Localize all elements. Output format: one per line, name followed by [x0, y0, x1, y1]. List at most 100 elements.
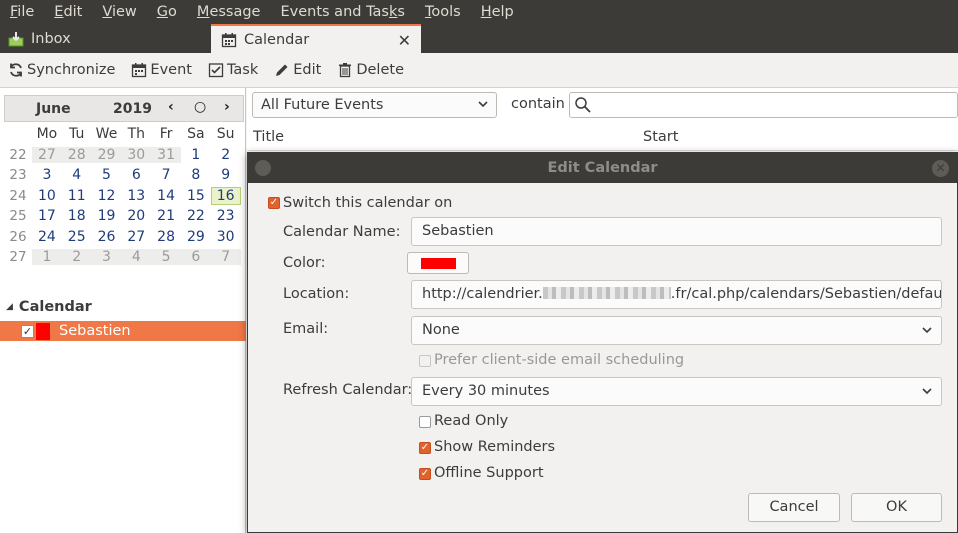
minimonth-day[interactable]: 29	[91, 146, 122, 163]
tab-calendar[interactable]: Calendar ✕	[211, 24, 421, 53]
left-pane: June 2019 ‹ ○ › Mo Tu We Th Fr Sa Su 22 2…	[0, 88, 246, 533]
minimonth-day[interactable]: 6	[121, 167, 151, 183]
window-menu-icon[interactable]	[255, 160, 271, 176]
minimonth-day[interactable]: 2	[211, 147, 241, 163]
minimonth-day[interactable]: 10	[32, 188, 62, 204]
minimonth-day[interactable]: 30	[121, 146, 152, 163]
minimonth-day[interactable]: 27	[121, 229, 151, 245]
delete-button[interactable]: Delete	[329, 55, 412, 85]
menu-go[interactable]: Go	[147, 0, 187, 24]
dialog-titlebar[interactable]: Edit Calendar ✕	[248, 153, 957, 183]
synchronize-button[interactable]: Synchronize	[0, 55, 123, 85]
minimonth-day[interactable]: 1	[32, 249, 62, 266]
minimonth-day[interactable]: 9	[211, 167, 241, 183]
ok-button[interactable]: OK	[851, 493, 942, 522]
event-filter-select[interactable]: All Future Events	[252, 92, 497, 118]
minimonth-day[interactable]: 30	[211, 229, 241, 245]
edit-button[interactable]: Edit	[266, 55, 329, 85]
calendar-list-heading[interactable]: ◢ Calendar	[6, 299, 92, 315]
column-start[interactable]: Start	[643, 129, 678, 145]
minimonth-day[interactable]: 20	[121, 208, 151, 224]
minimonth-day[interactable]: 7	[151, 167, 181, 183]
tab-inbox[interactable]: Inbox	[0, 24, 210, 53]
minimonth-year[interactable]: 2019	[113, 101, 152, 117]
read-only-checkbox[interactable]	[419, 416, 431, 428]
week-number: 27	[9, 249, 27, 266]
switch-calendar-on-checkbox[interactable]: ✓	[268, 197, 280, 209]
minimonth-day[interactable]: 8	[181, 167, 211, 183]
minimonth-month[interactable]: June	[36, 101, 71, 117]
minimonth-day[interactable]: 22	[181, 208, 211, 224]
minimonth-day[interactable]: 4	[121, 249, 152, 266]
switch-calendar-on-label[interactable]: Switch this calendar on	[283, 195, 452, 211]
read-only-label[interactable]: Read Only	[434, 413, 508, 429]
tabbar: Inbox Calendar ✕	[0, 24, 958, 53]
minimonth-today-button[interactable]: ○	[194, 99, 206, 115]
minimonth-day[interactable]: 24	[32, 229, 62, 245]
minimonth-week-row: 22 27 28 29 30 31 1 2	[4, 145, 241, 166]
chevron-down-icon	[477, 93, 489, 125]
calendar-name-field[interactable]: Sebastien	[411, 217, 942, 246]
minimonth-day[interactable]: 26	[92, 229, 122, 245]
sync-icon	[8, 62, 24, 78]
cancel-button[interactable]: Cancel	[748, 493, 840, 522]
minimonth-day[interactable]: 5	[151, 249, 181, 266]
refresh-calendar-select[interactable]: Every 30 minutes	[411, 377, 942, 406]
menu-help[interactable]: Help	[471, 0, 524, 24]
email-select[interactable]: None	[411, 316, 942, 345]
minimonth-day[interactable]: 15	[181, 188, 211, 204]
location-field[interactable]: http://calendrier. .fr/cal.php/calendars/…	[411, 280, 942, 309]
minimonth-day[interactable]: 18	[62, 208, 92, 224]
minimonth-day[interactable]: 28	[61, 146, 92, 163]
minimonth-prev-button[interactable]: ‹	[168, 99, 174, 115]
minimonth-day[interactable]: 4	[62, 167, 92, 183]
minimonth-day[interactable]: 13	[121, 188, 151, 204]
minimonth-day[interactable]: 25	[62, 229, 92, 245]
minimonth-day[interactable]: 1	[181, 147, 211, 163]
close-icon[interactable]: ✕	[932, 160, 949, 177]
menu-edit[interactable]: Edit	[44, 0, 92, 24]
minimonth-day[interactable]: 2	[61, 249, 92, 266]
offline-support-label[interactable]: Offline Support	[434, 465, 544, 481]
email-label: Email:	[283, 321, 329, 337]
show-reminders-checkbox[interactable]: ✓	[419, 442, 431, 454]
menu-message[interactable]: Message	[187, 0, 271, 24]
minimonth-day[interactable]: 16	[210, 186, 241, 205]
prefer-client-side-checkbox[interactable]	[419, 355, 431, 367]
column-title[interactable]: Title	[253, 129, 284, 145]
menu-events-and-tasks[interactable]: Events and Tasks	[270, 0, 414, 24]
minimonth-day[interactable]: 27	[32, 146, 62, 163]
minimonth-day[interactable]: 14	[151, 188, 181, 204]
minimonth-day[interactable]: 28	[151, 229, 181, 245]
close-icon[interactable]: ✕	[398, 31, 411, 50]
minimonth-day[interactable]: 12	[92, 188, 122, 204]
offline-support-checkbox[interactable]: ✓	[419, 468, 431, 480]
minimonth-day[interactable]: 7	[210, 249, 241, 266]
minimonth-day[interactable]: 11	[62, 188, 92, 204]
minimonth-day[interactable]: 5	[92, 167, 122, 183]
minimonth-day[interactable]: 23	[211, 208, 241, 224]
delete-label: Delete	[356, 62, 404, 78]
show-reminders-label[interactable]: Show Reminders	[434, 439, 555, 455]
dayname: We	[95, 126, 118, 143]
color-picker-button[interactable]	[407, 252, 469, 274]
menu-tools[interactable]: Tools	[415, 0, 471, 24]
minimonth-day[interactable]: 3	[91, 249, 122, 266]
minimonth-day[interactable]: 3	[32, 167, 62, 183]
search-input[interactable]	[569, 92, 958, 118]
minimonth-next-button[interactable]: ›	[224, 99, 230, 115]
collapse-triangle-icon[interactable]: ◢	[6, 302, 13, 312]
minimonth-day[interactable]: 21	[151, 208, 181, 224]
minimonth-day[interactable]: 31	[151, 146, 181, 163]
new-task-button[interactable]: Task	[200, 55, 266, 85]
calendar-item-sebastien[interactable]: ✓ Sebastien	[0, 321, 246, 341]
new-event-button[interactable]: Event	[123, 55, 200, 85]
calendar-enabled-checkbox[interactable]: ✓	[21, 324, 34, 338]
minimonth-day[interactable]: 19	[92, 208, 122, 224]
menu-view[interactable]: View	[92, 0, 146, 24]
minimonth-day[interactable]: 29	[181, 229, 211, 245]
menu-file[interactable]: File	[0, 0, 44, 24]
minimonth-day[interactable]: 6	[180, 249, 211, 266]
calendar-name-value: Sebastien	[422, 223, 494, 239]
minimonth-day[interactable]: 17	[32, 208, 62, 224]
